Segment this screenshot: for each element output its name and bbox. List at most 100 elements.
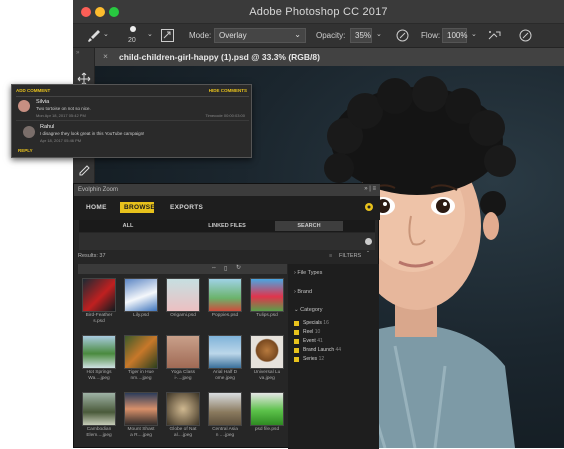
category-checkbox[interactable] — [294, 321, 299, 326]
mode-value: Overlay — [219, 31, 247, 40]
thumbnail-label: Poppies.psd — [211, 313, 239, 318]
thumbnail-image — [82, 392, 116, 426]
thumbnail-item[interactable]: psd file.psd — [246, 392, 288, 433]
thumbnail-item[interactable]: Tulips.psd — [246, 278, 288, 319]
thumbnail-item[interactable]: Universal Lu va.jpeg — [246, 335, 288, 382]
category-checkbox[interactable] — [294, 348, 299, 353]
thumbnail-label: Mount Shast a R....jpeg — [127, 427, 155, 438]
panel-nav: HOME BROWSE EXPORTS — [74, 196, 380, 220]
thumbnail-image — [208, 392, 242, 426]
thumbnail-item[interactable]: Lily.psd — [120, 278, 162, 319]
close-tab-icon[interactable]: × — [103, 51, 108, 61]
thumbnail-label: Globe of Nat al....jpeg — [169, 427, 197, 438]
thumbnail-label: Hot Springs Wa....jpeg — [86, 370, 112, 381]
avatar — [23, 126, 35, 138]
pressure-opacity-icon[interactable] — [396, 29, 409, 42]
eyedropper-tool-icon[interactable] — [77, 164, 91, 178]
chevron-down-icon[interactable]: ⌄ — [147, 30, 153, 38]
filters-toggle[interactable]: FILTERS — [339, 253, 361, 259]
tab-search[interactable]: SEARCH — [279, 223, 339, 229]
collapse-icon[interactable]: » — [76, 50, 79, 56]
flow-input[interactable]: 100% — [442, 28, 467, 43]
flow-label: Flow: — [421, 31, 441, 40]
thumbnail-item[interactable]: Poppies.psd — [204, 278, 246, 319]
comment-author: Rahul — [40, 124, 55, 130]
mode-select[interactable]: Overlay ⌄ — [214, 28, 306, 43]
thumbnail-item[interactable]: Mount Shast a R....jpeg — [120, 392, 162, 439]
search-clear-icon[interactable] — [365, 238, 372, 245]
comment-text: I disagree they look great in this YouTu… — [40, 131, 145, 136]
thumbnail-item[interactable]: Hot Springs Wa....jpeg — [78, 335, 120, 382]
chevron-up-icon[interactable]: ˆ — [367, 252, 369, 258]
thumbnail-item[interactable]: Bird-Feather s.psd — [78, 278, 120, 325]
thumbnail-image — [124, 392, 158, 426]
document-tab[interactable]: × child-children-girl-happy (1).psd @ 33… — [95, 48, 564, 66]
category-count: 16 — [323, 320, 329, 326]
title-bar: Adobe Photoshop CC 2017 — [73, 0, 564, 24]
brush-preview-icon[interactable] — [130, 26, 136, 32]
thumbnail-label: Universal Lu va.jpeg — [253, 370, 281, 381]
reply-link[interactable]: REPLY — [18, 148, 33, 153]
category-name: Specials — [303, 320, 322, 326]
category-checkbox[interactable] — [294, 357, 299, 362]
comment-timecode: Timecode 00:00:03:00 — [205, 113, 245, 118]
opacity-input[interactable]: 35% — [350, 28, 372, 43]
thumbnail-label: Yoga Class i-....jpeg — [170, 370, 196, 381]
panel-title: Evolphin Zoom — [78, 187, 119, 193]
thumbnail-image — [208, 335, 242, 369]
filter-section-label: File Types — [297, 270, 323, 276]
comment-popover: ADD COMMENT HIDE COMMENTS Silvia Two tor… — [11, 84, 252, 158]
pressure-size-icon[interactable] — [519, 29, 532, 42]
panel-menu-icon[interactable]: » | ≡ — [364, 186, 376, 192]
search-field[interactable] — [79, 233, 375, 250]
app-title: Adobe Photoshop CC 2017 — [249, 6, 388, 18]
refresh-icon[interactable]: ↻ — [236, 264, 241, 271]
category-checkbox[interactable] — [294, 330, 299, 335]
thumbnail-label: Bird-Feather s.psd — [85, 313, 113, 324]
chevron-down-icon[interactable]: ⌄ — [376, 30, 382, 38]
thumbnail-item[interactable]: Tiger in Hue nm....jpeg — [120, 335, 162, 382]
thumbnail-item[interactable]: Origami.psd — [162, 278, 204, 319]
tab-all[interactable]: ALL — [98, 223, 158, 229]
filter-section-file-types[interactable]: › File Types — [294, 270, 322, 276]
brush-tool-icon[interactable] — [87, 29, 101, 43]
nav-home[interactable]: HOME — [86, 204, 107, 211]
chevron-down-icon: ⌄ — [294, 30, 301, 39]
tab-linked-files[interactable]: LINKED FILES — [197, 223, 257, 229]
category-name: Reel — [303, 329, 314, 335]
filter-section-category[interactable]: ⌄ Category — [294, 307, 322, 313]
add-comment-link[interactable]: ADD COMMENT — [16, 88, 50, 93]
thumbnail-item[interactable]: Central Asia n ....jpeg — [204, 392, 246, 439]
filter-section-brand[interactable]: › Brand — [294, 289, 312, 295]
thumbnail-image — [166, 392, 200, 426]
category-count: 44 — [335, 347, 342, 353]
thumbnail-image — [250, 335, 284, 369]
expand-icon[interactable]: ⇔ — [211, 265, 217, 271]
chevron-down-icon[interactable]: ⌄ — [103, 30, 109, 38]
notification-icon[interactable] — [364, 202, 374, 212]
chevron-down-icon[interactable]: ⌄ — [471, 30, 477, 38]
opacity-label: Opacity: — [316, 31, 346, 40]
brush-settings-icon[interactable] — [161, 29, 174, 42]
thumbnail-image — [166, 278, 200, 312]
trash-icon[interactable]: ▯ — [224, 265, 227, 272]
thumbnail-label: psd file.psd — [254, 427, 280, 432]
filter-icon[interactable]: ≡ — [329, 253, 332, 259]
filter-panel: › File Types › Brand ⌄ Category Specials… — [288, 264, 379, 449]
nav-exports[interactable]: EXPORTS — [170, 204, 203, 211]
comment-author: Silvia — [36, 99, 50, 105]
thumbnail-item[interactable]: Yoga Class i-....jpeg — [162, 335, 204, 382]
thumbnail-item[interactable]: Arial Half D ome.jpeg — [204, 335, 246, 382]
thumbnail-label: Lily.psd — [133, 313, 149, 318]
nav-browse[interactable]: BROWSE — [124, 204, 155, 211]
thumbnail-item[interactable]: Globe of Nat al....jpeg — [162, 392, 204, 439]
thumbnail-label: Arial Half D ome.jpeg — [212, 370, 238, 381]
thumbnail-label: Central Asia n ....jpeg — [212, 427, 238, 438]
grid-toolbar: ⇔ ▯ ↻ — [78, 264, 287, 274]
category-checkbox[interactable] — [294, 339, 299, 344]
airbrush-icon[interactable] — [487, 29, 503, 42]
hide-comments-link[interactable]: HIDE COMMENTS — [209, 88, 247, 93]
evolphin-zoom-panel: Evolphin Zoom » | ≡ HOME BROWSE EXPORTS … — [73, 183, 380, 449]
thumbnail-label: Origami.psd — [170, 313, 196, 318]
thumbnail-item[interactable]: Cambodian Elem....jpeg — [78, 392, 120, 439]
